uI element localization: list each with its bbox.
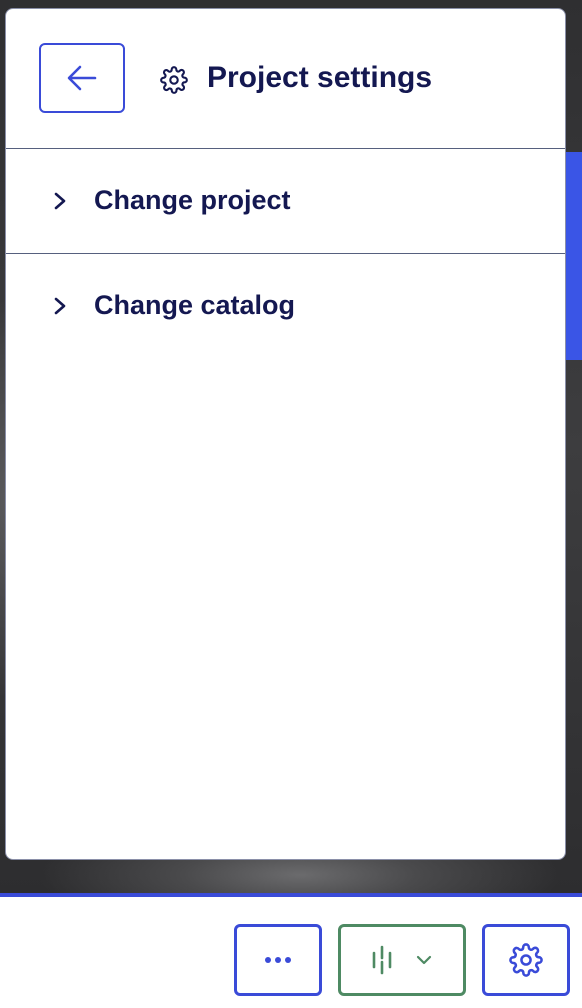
chevron-right-icon: [54, 297, 66, 315]
gear-icon: [509, 943, 543, 977]
chevron-right-icon: [54, 192, 66, 210]
settings-button[interactable]: [482, 924, 570, 996]
panel-header: Project settings: [6, 9, 565, 149]
menu-item-label: Change catalog: [94, 290, 296, 320]
panel-title: Project settings: [207, 61, 433, 94]
more-options-button[interactable]: [234, 924, 322, 996]
menu-item-label: Change project: [94, 185, 291, 215]
menu-item-change-project[interactable]: Change project: [6, 149, 565, 254]
chevron-down-icon: [416, 955, 432, 965]
menu-item-change-catalog[interactable]: Change catalog: [6, 254, 565, 359]
more-horizontal-icon: [265, 957, 291, 963]
timeline-dropdown-button[interactable]: [338, 924, 466, 996]
project-settings-panel: Project settings Change project Change c…: [5, 8, 566, 860]
scroll-indicator: [566, 152, 582, 360]
back-button[interactable]: [39, 43, 125, 113]
timeline-icon: [372, 945, 392, 975]
arrow-left-icon: [67, 65, 97, 91]
bottom-toolbar: [0, 893, 582, 1008]
gear-icon: [160, 66, 188, 94]
